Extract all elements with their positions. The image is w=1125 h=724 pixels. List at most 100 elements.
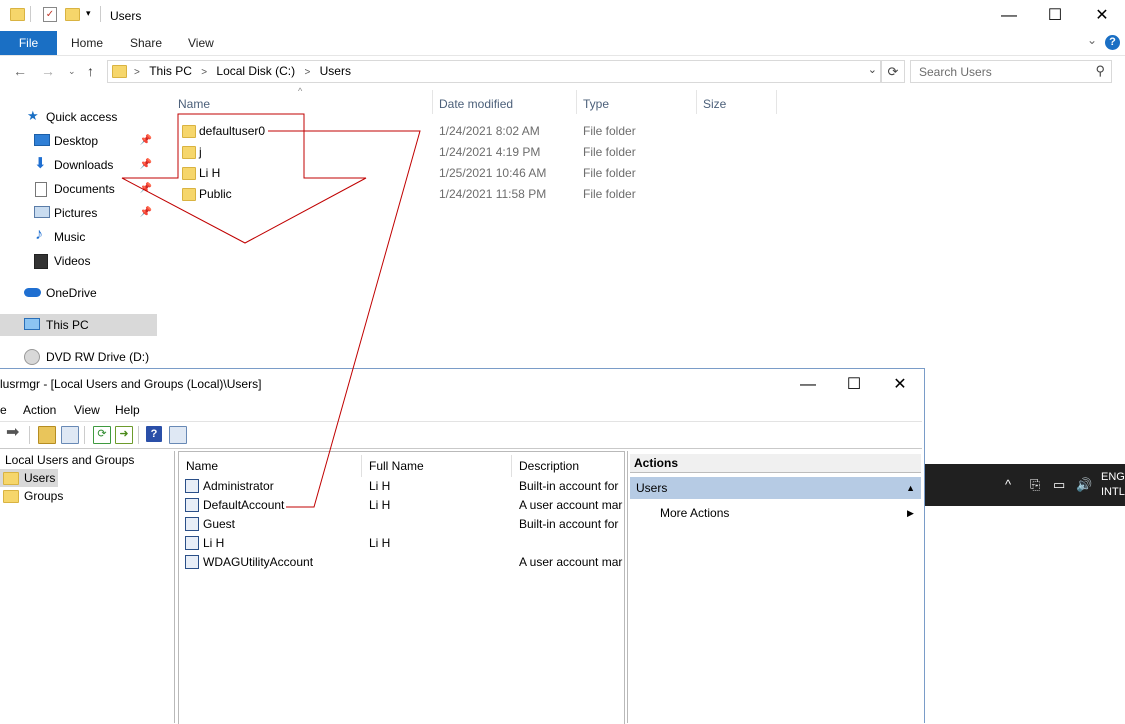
user-name: Guest [203, 517, 236, 531]
nav-downloads[interactable]: ⬇ Downloads 📌 [0, 154, 157, 176]
divider[interactable] [432, 90, 433, 114]
pin-icon[interactable]: 📌 [140, 130, 152, 152]
file-name: defaultuser0 [199, 124, 266, 138]
file-row[interactable]: defaultuser0 1/24/2021 8:02 AM File fold… [178, 121, 778, 142]
recent-locations-icon[interactable]: ⌄ [68, 66, 76, 77]
file-row[interactable]: Public 1/24/2021 11:58 PM File folder [178, 184, 778, 205]
show-hide-tree-icon[interactable] [61, 426, 79, 444]
tree-item-groups[interactable]: Groups [0, 487, 80, 505]
nav-onedrive[interactable]: OneDrive [0, 282, 157, 304]
export-list-icon[interactable]: ➜ [115, 426, 133, 444]
file-row[interactable]: j 1/24/2021 4:19 PM File folder [178, 142, 778, 163]
network-icon[interactable]: ▭ [1053, 477, 1065, 493]
tree-root[interactable]: Local Users and Groups (Local) [5, 451, 174, 485]
up-button[interactable]: ↑ [87, 63, 94, 79]
tab-home[interactable]: Home [71, 31, 103, 55]
address-bar[interactable]: > This PC > Local Disk (C:) > Users ⌄ [107, 60, 881, 83]
divider[interactable] [696, 90, 697, 114]
close-button[interactable]: ✕ [1079, 0, 1125, 31]
tab-share[interactable]: Share [130, 31, 162, 55]
chevron-up-icon[interactable]: ^ [1005, 477, 1011, 492]
nav-quick-access[interactable]: ★ Quick access [0, 106, 157, 128]
file-date: 1/24/2021 11:58 PM [439, 187, 547, 201]
minimize-button[interactable]: — [785, 369, 831, 400]
refresh-button[interactable]: ⟳ [881, 60, 905, 83]
breadcrumb-this-pc[interactable]: This PC [149, 64, 192, 78]
column-description[interactable]: Description [512, 455, 624, 477]
submenu-arrow-icon: ▶ [907, 508, 914, 518]
breadcrumb-local-disk[interactable]: Local Disk (C:) [216, 64, 295, 78]
user-icon [185, 555, 199, 569]
maximize-button[interactable]: ☐ [831, 369, 877, 400]
folder-icon [182, 125, 196, 138]
nav-videos[interactable]: Videos [0, 250, 157, 272]
tree-item-users[interactable]: Users [0, 469, 58, 487]
user-row[interactable]: Li H Li H [183, 534, 623, 553]
navigation-bar: ← → ⌄ ↑ > This PC > Local Disk (C:) > Us… [0, 57, 1125, 87]
file-name: j [199, 145, 202, 159]
search-input[interactable]: Search Users ⚲ [910, 60, 1112, 83]
column-size[interactable]: Size [703, 94, 726, 114]
help-icon[interactable]: ? [146, 426, 162, 442]
nav-documents[interactable]: Documents 📌 [0, 178, 157, 200]
window-title: lusrmgr - [Local Users and Groups (Local… [0, 377, 262, 391]
up-folder-icon[interactable] [38, 426, 56, 444]
ribbon: File Home Share View ⌄ ? [0, 31, 1125, 56]
pin-icon[interactable]: 📌 [140, 154, 152, 176]
refresh-icon[interactable]: ⟳ [93, 426, 111, 444]
customize-toolbar-icon[interactable]: ▾ [86, 8, 91, 19]
column-name[interactable]: Name [179, 455, 362, 477]
menu-file[interactable]: e [0, 400, 7, 420]
nav-this-pc[interactable]: This PC [0, 314, 157, 336]
forward-arrow-icon[interactable]: ➡ [6, 425, 22, 441]
close-button[interactable]: ✕ [877, 369, 923, 400]
column-full-name[interactable]: Full Name [362, 455, 512, 477]
help-icon[interactable]: ? [1105, 35, 1120, 50]
menu-action[interactable]: Action [23, 400, 56, 420]
user-row[interactable]: DefaultAccount Li H A user account mar [183, 496, 623, 515]
maximize-button[interactable]: ☐ [1032, 0, 1078, 31]
breadcrumb-users[interactable]: Users [320, 64, 351, 78]
column-name[interactable]: Name [178, 94, 210, 114]
actions-section-label: Users [636, 481, 668, 495]
user-row[interactable]: WDAGUtilityAccount A user account mar [183, 553, 623, 572]
meet-now-icon[interactable]: ⎘ [1030, 477, 1040, 493]
menu-help[interactable]: Help [115, 400, 140, 420]
divider [138, 426, 139, 444]
user-row[interactable]: Guest Built-in account for [183, 515, 623, 534]
language-indicator[interactable]: ENG INTL [1101, 470, 1125, 500]
menu-view[interactable]: View [74, 400, 100, 420]
column-type[interactable]: Type [583, 94, 609, 114]
minimize-button[interactable]: — [986, 0, 1032, 31]
nav-desktop[interactable]: Desktop 📌 [0, 130, 157, 152]
pin-icon[interactable]: 📌 [140, 178, 152, 200]
user-row[interactable]: Administrator Li H Built-in account for [183, 477, 623, 496]
folder-icon [3, 472, 19, 485]
user-icon [185, 536, 199, 550]
collapse-icon[interactable]: ▲ [906, 477, 915, 499]
more-actions-item[interactable]: More Actions [660, 504, 729, 522]
tab-file[interactable]: File [0, 31, 57, 55]
actions-section-users[interactable]: Users ▲ [630, 477, 921, 499]
volume-icon[interactable]: 🔊 [1076, 477, 1092, 493]
forward-button[interactable]: → [41, 63, 55, 79]
back-button[interactable]: ← [13, 63, 27, 79]
file-type: File folder [583, 166, 636, 180]
file-row[interactable]: Li H 1/25/2021 10:46 AM File folder [178, 163, 778, 184]
nav-dvd-drive[interactable]: DVD RW Drive (D:) [0, 346, 157, 368]
properties-icon[interactable]: ✓ [43, 7, 57, 22]
nav-pictures[interactable]: Pictures 📌 [0, 202, 157, 224]
column-date-modified[interactable]: Date modified [439, 94, 513, 114]
folder-icon [182, 146, 196, 159]
expand-ribbon-icon[interactable]: ⌄ [1087, 33, 1097, 47]
divider[interactable] [576, 90, 577, 114]
chevron-down-icon[interactable]: ⌄ [868, 63, 877, 76]
new-folder-icon[interactable] [65, 8, 80, 21]
tab-view[interactable]: View [188, 31, 214, 55]
computer-icon [24, 318, 40, 330]
nav-music[interactable]: ♪ Music [0, 226, 157, 248]
nav-label: Music [54, 230, 86, 244]
divider[interactable] [776, 90, 777, 114]
show-action-pane-icon[interactable] [169, 426, 187, 444]
pin-icon[interactable]: 📌 [140, 202, 152, 224]
